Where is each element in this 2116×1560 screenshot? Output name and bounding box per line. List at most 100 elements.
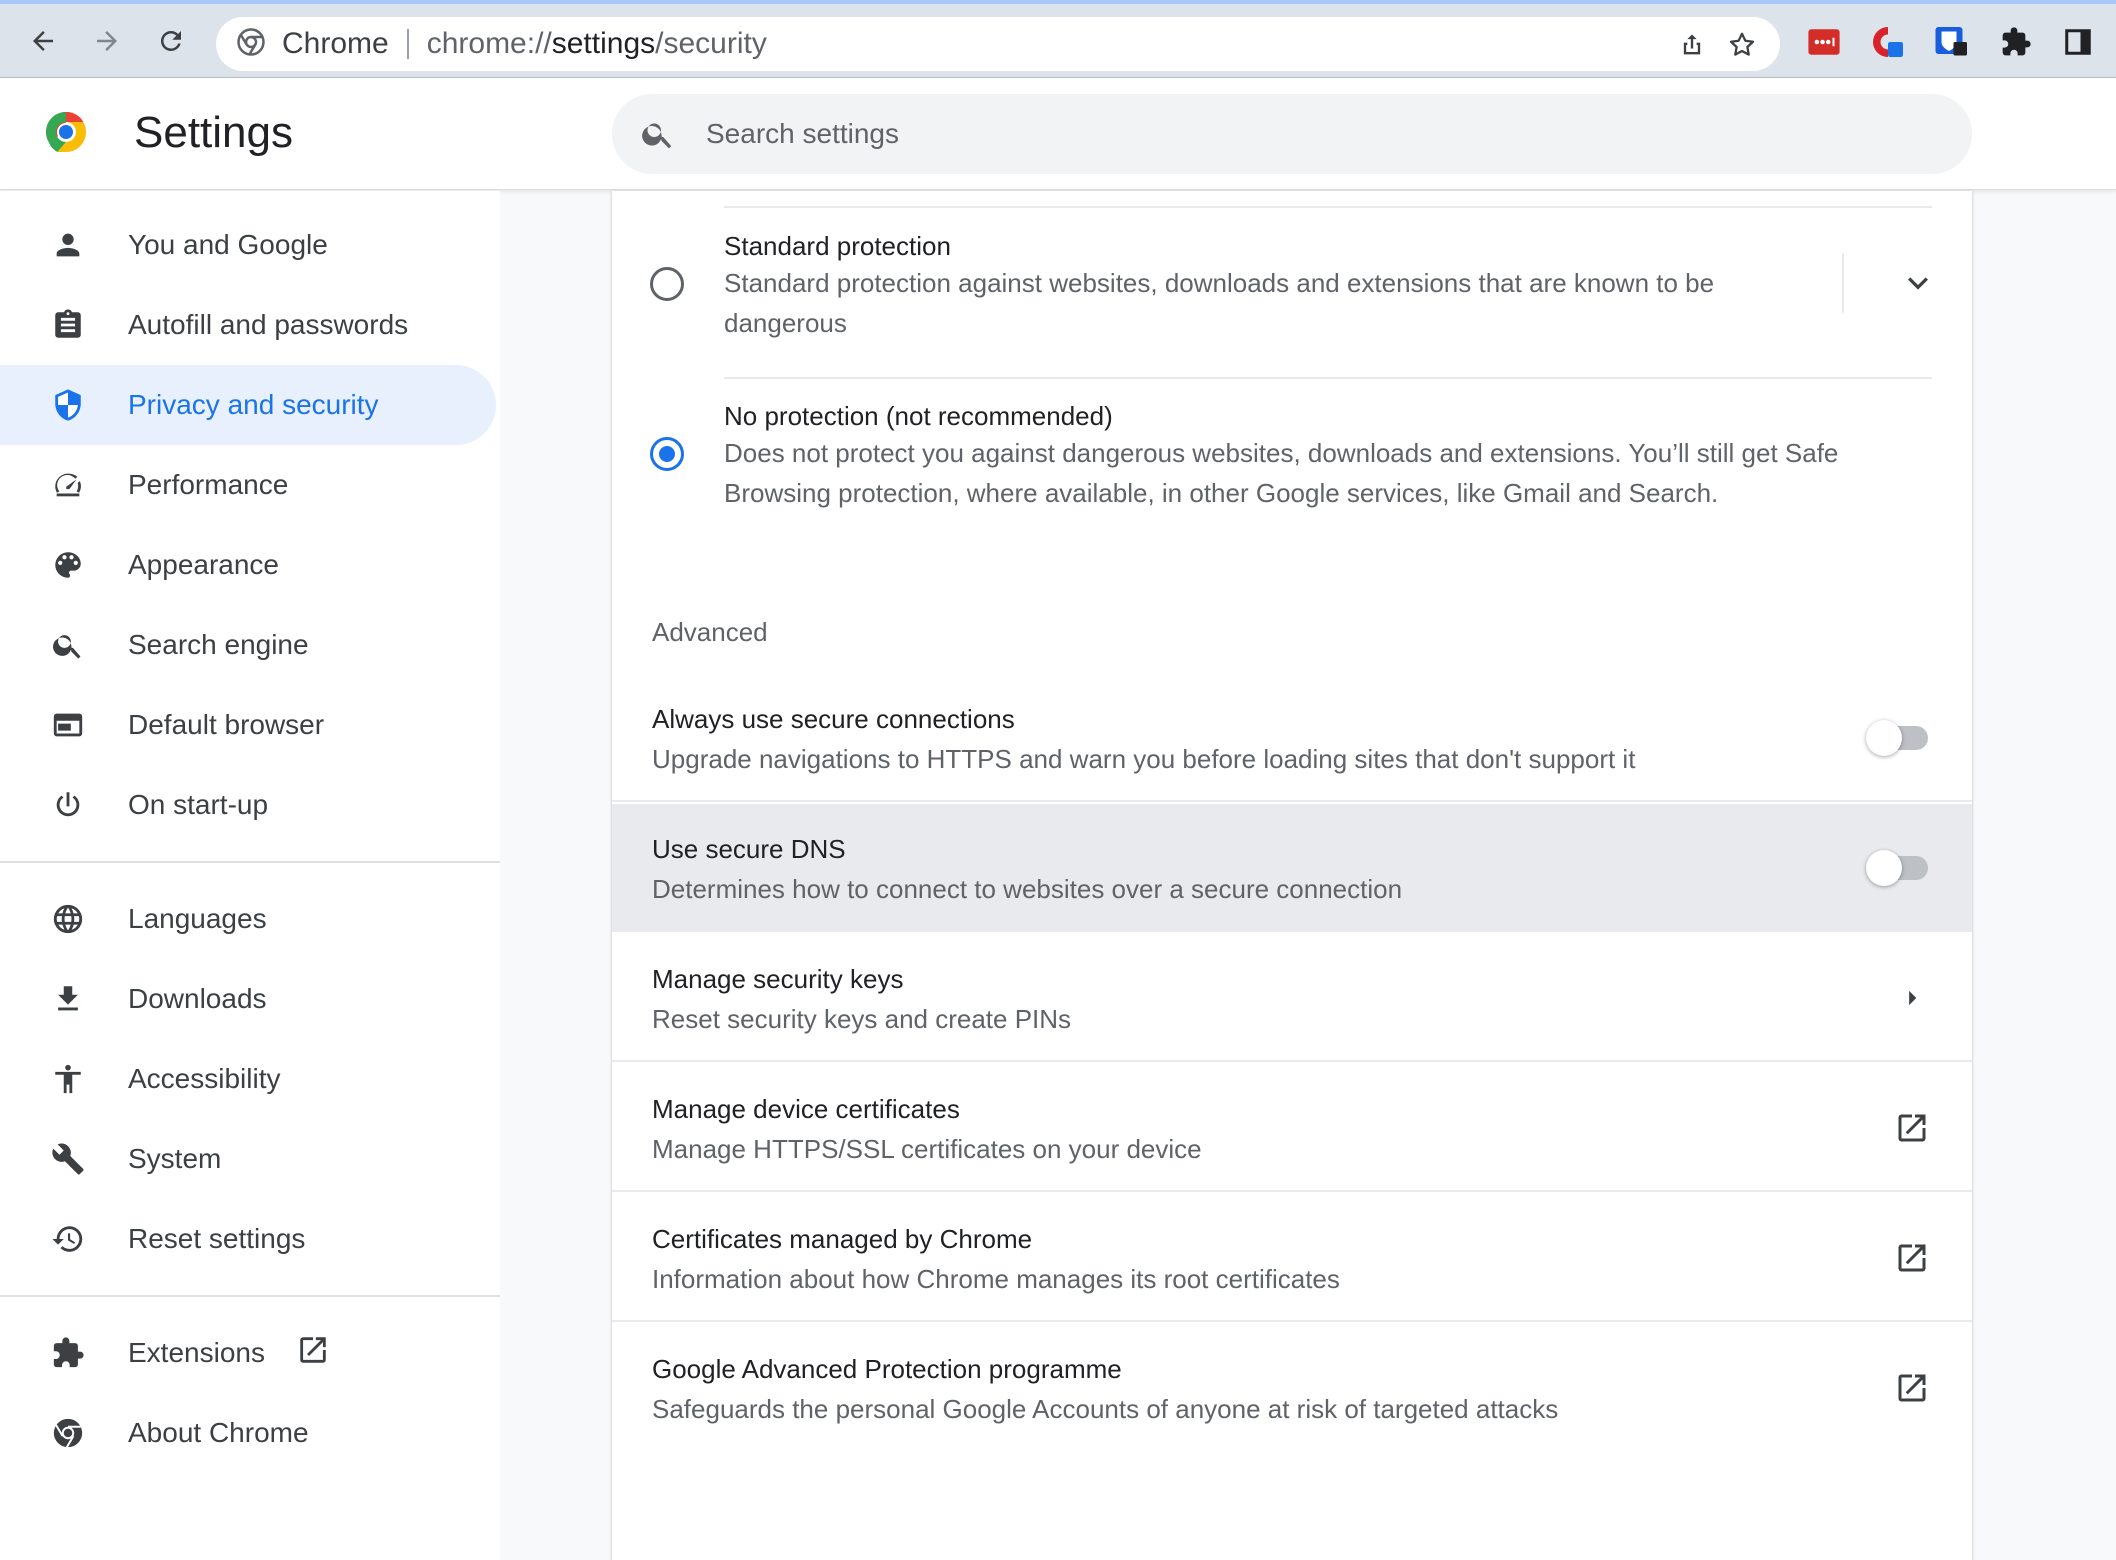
back-icon[interactable] bbox=[20, 18, 66, 64]
row-title: Use secure DNS bbox=[652, 834, 846, 864]
sidebar-item-about-chrome[interactable]: About Chrome bbox=[0, 1393, 496, 1473]
sidebar-item-extensions[interactable]: Extensions bbox=[0, 1313, 496, 1393]
adblock-extension-icon[interactable] bbox=[1870, 24, 1906, 60]
sidebar-item-label: Default browser bbox=[128, 709, 325, 740]
sidebar-item-label: Downloads bbox=[128, 983, 267, 1014]
divider bbox=[612, 1060, 1972, 1062]
sidebar-item-privacy-and-security[interactable]: Privacy and security bbox=[0, 365, 496, 445]
extensions-puzzle-icon[interactable] bbox=[1998, 24, 2034, 60]
divider bbox=[612, 1190, 1972, 1192]
sidebar-divider bbox=[0, 1295, 500, 1297]
search-input[interactable] bbox=[706, 118, 1906, 150]
row-title: Manage security keys bbox=[652, 964, 904, 994]
no-protection-radio[interactable] bbox=[650, 437, 684, 471]
sidebar-item-on-start-up[interactable]: On start-up bbox=[0, 765, 496, 845]
option-title: Standard protection bbox=[724, 231, 951, 261]
row-description: Upgrade navigations to HTTPS and warn yo… bbox=[652, 744, 1636, 774]
always-use-secure-connections-row[interactable]: Always use secure connections Upgrade na… bbox=[612, 674, 1972, 802]
bitwarden-extension-icon[interactable] bbox=[1934, 24, 1970, 60]
row-description: Manage HTTPS/SSL certificates on your de… bbox=[652, 1134, 1202, 1164]
sidebar-item-autofill[interactable]: Autofill and passwords bbox=[0, 285, 496, 365]
wrench-icon bbox=[48, 1139, 88, 1179]
arrow-right-icon[interactable] bbox=[1892, 978, 1932, 1018]
omnibox-separator bbox=[406, 29, 409, 59]
external-link-icon[interactable] bbox=[1892, 1368, 1932, 1408]
sidebar-item-label: System bbox=[128, 1143, 222, 1174]
url-path: /security bbox=[655, 27, 767, 60]
standard-protection-option[interactable]: Standard protection Standard protection … bbox=[612, 231, 1972, 371]
forward-icon[interactable] bbox=[84, 18, 130, 64]
side-panel-icon[interactable] bbox=[2060, 24, 2096, 60]
row-title: Always use secure connections bbox=[652, 704, 1015, 734]
row-description: Determines how to connect to websites ov… bbox=[652, 874, 1403, 904]
chevron-down-icon[interactable] bbox=[1898, 263, 1938, 308]
certificates-managed-by-chrome-row[interactable]: Certificates managed by Chrome Informati… bbox=[612, 1194, 1972, 1322]
reload-icon[interactable] bbox=[148, 18, 194, 64]
option-description: Standard protection against websites, do… bbox=[724, 268, 1715, 338]
sidebar-item-system[interactable]: System bbox=[0, 1119, 496, 1199]
security-settings-card: Standard protection Standard protection … bbox=[612, 191, 1972, 1560]
search-icon bbox=[642, 123, 672, 149]
sidebar-item-performance[interactable]: Performance bbox=[0, 445, 496, 525]
sidebar-item-languages[interactable]: Languages bbox=[0, 879, 496, 959]
row-description: Safeguards the personal Google Accounts … bbox=[652, 1394, 1559, 1424]
lastpass-extension-icon[interactable] bbox=[1806, 24, 1842, 60]
share-icon[interactable] bbox=[1674, 27, 1710, 63]
secure-dns-toggle[interactable] bbox=[1866, 850, 1928, 886]
download-icon bbox=[48, 979, 88, 1019]
row-title: Google Advanced Protection programme bbox=[652, 1354, 1122, 1384]
google-advanced-protection-row[interactable]: Google Advanced Protection programme Saf… bbox=[612, 1324, 1972, 1452]
person-icon bbox=[48, 225, 88, 265]
speedometer-icon bbox=[48, 465, 88, 505]
power-icon bbox=[48, 785, 88, 825]
sidebar-item-label: Autofill and passwords bbox=[128, 309, 409, 340]
external-link-icon[interactable] bbox=[1892, 1238, 1932, 1278]
option-description: Does not protect you against dangerous w… bbox=[724, 438, 1839, 508]
globe-icon bbox=[48, 899, 88, 939]
sidebar-item-you-and-google[interactable]: You and Google bbox=[0, 205, 496, 285]
sidebar-item-default-browser[interactable]: Default browser bbox=[0, 685, 496, 765]
accessibility-icon bbox=[48, 1059, 88, 1099]
sidebar-item-appearance[interactable]: Appearance bbox=[0, 525, 496, 605]
sidebar-item-label: On start-up bbox=[128, 789, 269, 820]
sidebar-item-label: Search engine bbox=[128, 629, 309, 660]
sidebar-divider bbox=[0, 861, 500, 863]
secure-connections-toggle[interactable] bbox=[1866, 720, 1928, 756]
sidebar-item-label: Performance bbox=[128, 469, 289, 500]
sidebar-item-label: Appearance bbox=[128, 549, 280, 580]
sidebar-item-downloads[interactable]: Downloads bbox=[0, 959, 496, 1039]
address-bar[interactable]: Chrome chrome://settings/security bbox=[216, 17, 1780, 71]
row-title: Manage device certificates bbox=[652, 1094, 960, 1124]
clipboard-icon bbox=[48, 305, 88, 345]
divider bbox=[724, 206, 1932, 208]
url-text: chrome://settings/security bbox=[427, 27, 767, 61]
search-settings-box[interactable] bbox=[612, 94, 1972, 174]
option-separator bbox=[1842, 253, 1844, 313]
divider bbox=[612, 1320, 1972, 1322]
sidebar-item-label: Reset settings bbox=[128, 1223, 306, 1254]
sidebar-item-label: You and Google bbox=[128, 229, 328, 260]
sidebar-item-reset-settings[interactable]: Reset settings bbox=[0, 1199, 496, 1279]
search-icon bbox=[48, 625, 88, 665]
site-chip-label: Chrome bbox=[282, 27, 389, 60]
divider bbox=[724, 377, 1932, 379]
standard-protection-radio[interactable] bbox=[650, 267, 684, 301]
manage-device-certificates-row[interactable]: Manage device certificates Manage HTTPS/… bbox=[612, 1064, 1972, 1192]
chrome-icon bbox=[48, 1413, 88, 1453]
no-protection-option[interactable]: No protection (not recommended) Does not… bbox=[612, 401, 1972, 551]
chrome-site-icon bbox=[236, 27, 266, 62]
manage-security-keys-row[interactable]: Manage security keys Reset security keys… bbox=[612, 934, 1972, 1062]
row-description: Reset security keys and create PINs bbox=[652, 1004, 1072, 1034]
browser-toolbar: Chrome chrome://settings/security bbox=[0, 0, 2116, 78]
chrome-logo-icon bbox=[42, 108, 90, 156]
url-scheme: chrome:// bbox=[426, 27, 552, 60]
sidebar: You and Google Autofill and passwords Pr… bbox=[0, 191, 500, 1560]
external-link-icon bbox=[296, 1333, 330, 1372]
sidebar-item-search-engine[interactable]: Search engine bbox=[0, 605, 496, 685]
row-description: Information about how Chrome manages its… bbox=[652, 1264, 1340, 1294]
use-secure-dns-row[interactable]: Use secure DNS Determines how to connect… bbox=[612, 804, 1972, 932]
sidebar-item-accessibility[interactable]: Accessibility bbox=[0, 1039, 496, 1119]
external-link-icon[interactable] bbox=[1892, 1108, 1932, 1148]
bookmark-star-icon[interactable] bbox=[1724, 27, 1760, 63]
history-icon bbox=[48, 1219, 88, 1259]
